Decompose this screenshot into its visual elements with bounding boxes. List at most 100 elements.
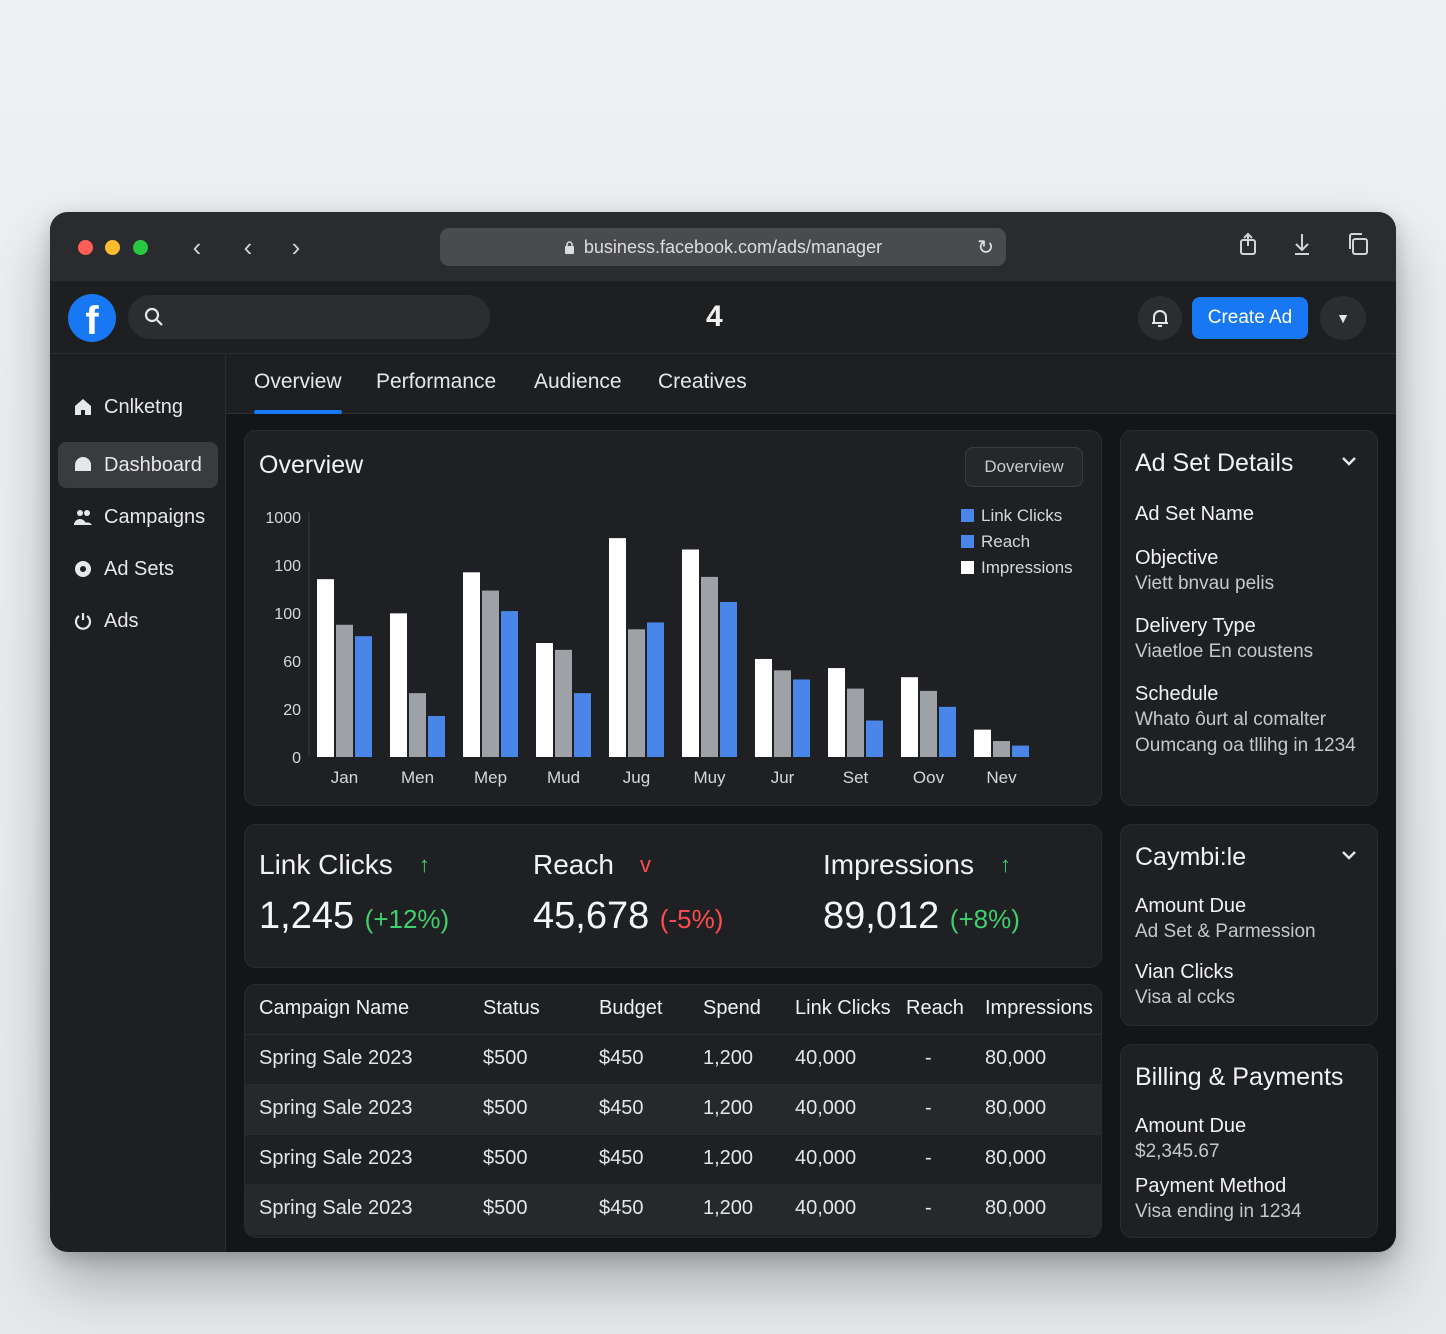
stat-label: Impressions [823, 849, 974, 880]
sidebar-item-campaigns[interactable]: Campaigns [58, 494, 218, 540]
column-header[interactable]: Campaign Name [259, 997, 409, 1020]
x-tick-label: Mud [547, 768, 580, 787]
bar-link-clicks [355, 636, 372, 757]
sidebar-item-ads[interactable]: Ads [58, 598, 218, 644]
delivery-type-label: Delivery Type [1135, 615, 1256, 637]
stat-link-clicks: Link Clicks ↑ 1,245 (+12%) [259, 849, 449, 938]
bar-link-clicks [793, 679, 810, 757]
address-bar[interactable]: business.facebook.com/ads/manager ↻ [440, 228, 1006, 266]
sidebar-item-home[interactable]: Cnlketng [58, 384, 218, 430]
stat-delta: (+12%) [364, 904, 450, 934]
delivery-type-value: Viaetloe En coustens [1135, 641, 1314, 662]
y-tick-label: 0 [292, 750, 301, 767]
search-icon [144, 307, 163, 326]
power-icon [72, 610, 94, 632]
arrow-down-icon: v [639, 852, 651, 877]
chevron-down-icon: ▼ [1336, 310, 1350, 326]
column-header[interactable]: Spend [703, 997, 761, 1020]
tabs-overview-icon[interactable] [1343, 232, 1373, 262]
download-icon[interactable] [1287, 232, 1317, 262]
payment-method-value: Visa ending in 1234 [1135, 1201, 1302, 1222]
table-cell: 1,200 [703, 1047, 754, 1069]
table-cell: 1,200 [703, 1097, 754, 1119]
close-window-button[interactable] [78, 240, 93, 255]
tab-performance[interactable]: Performance [376, 370, 496, 414]
table-cell: 1,200 [703, 1197, 754, 1219]
table-cell: 80,000 [985, 1047, 1047, 1069]
y-tick-label: 20 [283, 702, 301, 719]
bar-impressions [755, 658, 772, 757]
forward-icon[interactable]: › [281, 232, 311, 262]
bar-impressions [609, 538, 626, 757]
table-cell: - [925, 1047, 932, 1069]
circle-icon [72, 558, 94, 580]
bar-link-clicks [428, 715, 445, 757]
x-tick-label: Jan [331, 768, 358, 787]
legend-swatch [961, 509, 974, 522]
bar-impressions [390, 613, 407, 757]
facebook-logo[interactable]: f [68, 294, 116, 342]
tab-creatives[interactable]: Creatives [658, 370, 747, 414]
stat-reach: Reach v 45,678 (-5%) [533, 849, 723, 938]
column-header[interactable]: Impressions [985, 997, 1093, 1020]
chevron-down-icon[interactable] [1341, 455, 1357, 467]
chevron-down-icon[interactable] [1341, 849, 1357, 861]
table-cell: Spring Sale 2023 [259, 1147, 413, 1169]
share-icon[interactable] [1233, 232, 1263, 262]
bar-link-clicks [939, 706, 956, 757]
create-ad-button[interactable]: Create Ad [1192, 297, 1308, 339]
bar-link-clicks [574, 693, 591, 757]
sidebar-item-dashboard[interactable]: Dashboard [58, 442, 218, 488]
notifications-button[interactable] [1138, 296, 1182, 340]
legend-label: Impressions [981, 558, 1073, 577]
table-row[interactable]: Spring Sale 2023 $500 $450 1,200 40,000 … [245, 1035, 1101, 1085]
legend-label: Reach [981, 532, 1030, 551]
column-header[interactable]: Link Clicks [795, 997, 891, 1020]
table-cell: 40,000 [795, 1047, 857, 1069]
ad-set-details-panel: Ad Set Details Ad Set Name Objective Vie… [1120, 430, 1378, 806]
table-row[interactable]: Spring Sale 2023 $500 $450 1,200 40,000 … [245, 1185, 1101, 1235]
table-row[interactable]: Spring Sale 2023 $500 $450 1,200 40,000 … [245, 1135, 1101, 1185]
center-logo: 4 [706, 300, 723, 334]
sidebar-back-icon[interactable]: ‹ [182, 232, 212, 262]
column-header[interactable]: Reach [906, 997, 964, 1020]
bar-link-clicks [1012, 745, 1029, 757]
x-tick-label: Jur [771, 768, 795, 787]
table-cell: Spring Sale 2023 [259, 1047, 413, 1069]
bar-impressions [317, 579, 334, 757]
x-tick-label: Muy [693, 768, 726, 787]
sidebar-item-label: Cnlketng [104, 395, 183, 418]
bar-link-clicks [647, 622, 664, 757]
table-cell: $500 [483, 1097, 528, 1119]
billing-panel: Billing & Payments Amount Due $2,345.67 … [1120, 1044, 1378, 1238]
table-row[interactable]: Spring Sale 2023 $500 $450 1,200 40,000 … [245, 1085, 1101, 1135]
back-icon[interactable]: ‹ [233, 232, 263, 262]
table-cell: $500 [483, 1147, 528, 1169]
bar-link-clicks [501, 611, 518, 757]
y-tick-label: 1000 [265, 510, 301, 527]
tab-audience[interactable]: Audience [534, 370, 622, 414]
stat-delta: (+8%) [949, 904, 1020, 934]
bar-reach [774, 670, 791, 757]
maximize-window-button[interactable] [133, 240, 148, 255]
legend-swatch [961, 561, 974, 574]
column-header[interactable]: Budget [599, 997, 662, 1020]
y-tick-label: 60 [283, 654, 301, 671]
tab-overview[interactable]: Overview [254, 370, 342, 414]
stat-value: 89,012 [823, 895, 940, 937]
bell-icon [1152, 310, 1168, 327]
minimize-window-button[interactable] [105, 240, 120, 255]
table-cell: $500 [483, 1047, 528, 1069]
column-header[interactable]: Status [483, 997, 540, 1020]
ad-set-details-title: Ad Set Details [1135, 449, 1294, 477]
bar-reach [409, 693, 426, 757]
reload-icon[interactable]: ↻ [977, 235, 994, 260]
table-cell: 40,000 [795, 1147, 857, 1169]
y-tick-label: 100 [274, 606, 301, 623]
sidebar-item-label: Dashboard [104, 453, 202, 476]
search-input[interactable] [128, 295, 490, 339]
bar-impressions [974, 729, 991, 757]
browser-toolbar: ‹ ‹ › business.facebook.com/ads/manager … [50, 212, 1396, 282]
account-menu-button[interactable]: ▼ [1320, 296, 1366, 340]
sidebar-item-ad-sets[interactable]: Ad Sets [58, 546, 218, 592]
